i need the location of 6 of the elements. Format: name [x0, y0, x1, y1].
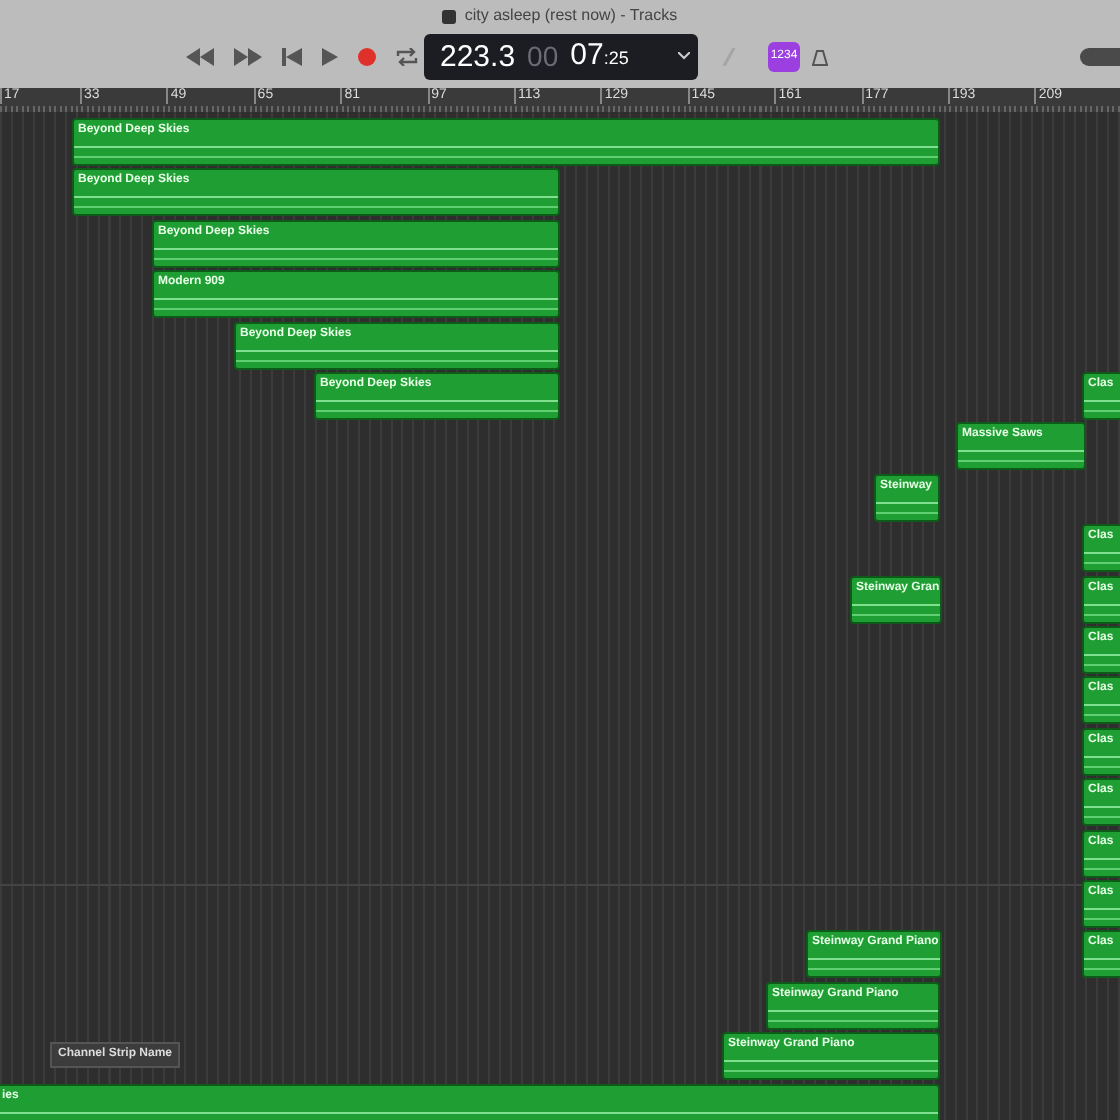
seconds-value: :25 — [603, 46, 629, 73]
window-title: city asleep (rest now) - Tracks — [464, 4, 678, 28]
lcd-display[interactable]: 223.3 00 07:25 — [424, 34, 698, 80]
minutes-value: 07 — [570, 40, 604, 71]
hours-value: 00 — [527, 42, 559, 72]
bar-position: 223.3 — [440, 42, 516, 72]
